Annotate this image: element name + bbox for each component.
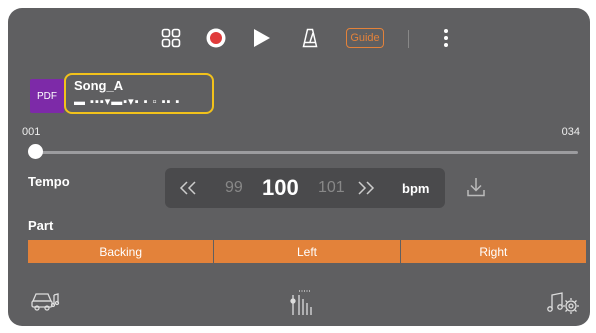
song-subtitle: ▬ ▪▪▪▾▬▪▾▪ ▪ ▫ ▪▪ ▪ (74, 96, 181, 108)
tempo-increase-icon[interactable] (357, 168, 377, 208)
song-panel: Guide PDF Song_A ▬ ▪▪▪▾▬▪▾▪ ▪ ▫ ▪▪ ▪ 001… (8, 8, 590, 326)
song-selector[interactable]: Song_A ▬ ▪▪▪▾▬▪▾▪ ▪ ▫ ▪▪ ▪ (64, 73, 214, 114)
measure-start: 001 (22, 126, 41, 138)
top-toolbar: Guide (8, 20, 590, 56)
play-icon[interactable] (250, 20, 274, 56)
record-icon[interactable] (202, 20, 230, 56)
measure-end: 034 (561, 126, 580, 138)
mixer-icon[interactable] (290, 289, 314, 317)
tempo-prev-value: 99 (225, 179, 243, 196)
pdf-badge[interactable]: PDF (30, 79, 64, 113)
part-selector: Backing Left Right (28, 240, 586, 263)
toolbar-divider (408, 30, 409, 48)
part-label: Part (28, 218, 54, 233)
car-audio-icon[interactable] (30, 289, 60, 317)
part-right-button[interactable]: Right (400, 240, 586, 263)
tempo-unit: bpm (402, 180, 430, 196)
song-name: Song_A (74, 78, 124, 93)
measure-slider-thumb[interactable] (28, 144, 43, 159)
grid-icon[interactable] (158, 20, 184, 56)
part-left-button[interactable]: Left (214, 240, 401, 263)
tempo-next-value: 101 (318, 179, 345, 196)
tempo-label: Tempo (28, 174, 70, 189)
part-backing-button[interactable]: Backing (28, 240, 215, 263)
more-icon[interactable] (438, 20, 454, 56)
download-icon[interactable] (466, 176, 486, 198)
guide-button[interactable]: Guide (345, 20, 385, 56)
tempo-current-value[interactable]: 100 (262, 168, 299, 208)
measure-slider-track[interactable] (30, 151, 578, 154)
metronome-icon[interactable] (299, 20, 321, 56)
tempo-control: 99 100 101 bpm (165, 168, 445, 208)
tempo-decrease-icon[interactable] (179, 168, 199, 208)
guide-label: Guide (346, 28, 384, 48)
music-settings-icon[interactable] (546, 289, 580, 317)
